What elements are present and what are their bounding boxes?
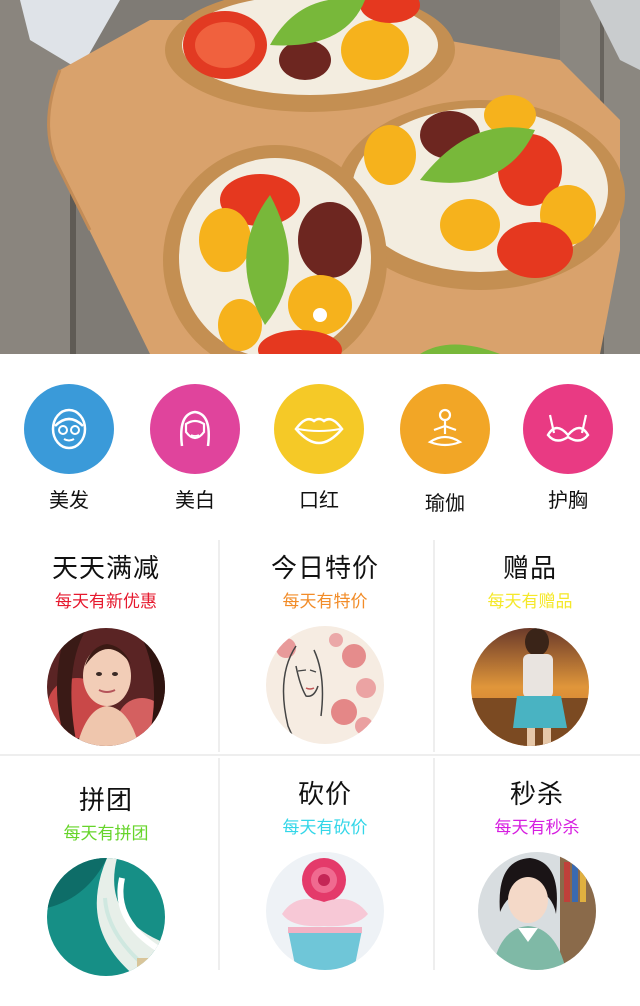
promo-image <box>266 626 384 744</box>
bra-icon <box>546 414 590 442</box>
category-label: 瑜伽 <box>425 491 465 515</box>
promo-image <box>471 628 589 746</box>
category-whitening[interactable]: 美白 <box>135 384 255 513</box>
carousel-indicator-dot[interactable] <box>313 308 327 322</box>
promo-bargain[interactable]: 砍价 每天有砍价 <box>220 774 430 970</box>
promo-image <box>47 628 165 746</box>
category-whitening-circle <box>150 384 240 474</box>
promo-subtitle: 每天有砍价 <box>282 818 368 838</box>
category-label: 美发 <box>49 488 89 512</box>
category-breast-care-circle <box>523 384 613 474</box>
promo-gift[interactable]: 赠品 每天有赠品 <box>425 548 635 746</box>
category-hair[interactable]: 美发 <box>9 384 129 513</box>
category-yoga-circle <box>400 384 490 474</box>
promo-subtitle: 每天有拼团 <box>63 824 149 844</box>
promo-flash-sale[interactable]: 秒杀 每天有秒杀 <box>432 774 640 970</box>
promo-title: 砍价 <box>297 780 352 810</box>
promo-daily-special[interactable]: 今日特价 每天有特价 <box>220 548 430 744</box>
category-label: 美白 <box>175 488 215 512</box>
promo-image <box>47 858 165 976</box>
category-label: 护胸 <box>548 488 588 512</box>
promo-title: 今日特价 <box>270 554 379 584</box>
promo-title: 天天满减 <box>51 554 160 584</box>
category-label: 口红 <box>299 488 339 512</box>
promo-image <box>478 852 596 970</box>
promo-subtitle: 每天有新优惠 <box>55 592 157 612</box>
category-lipstick-circle <box>274 384 364 474</box>
banner-carousel[interactable] <box>0 0 640 354</box>
yoga-pose-icon <box>427 408 463 447</box>
grid-divider <box>0 754 640 756</box>
lips-icon <box>294 417 344 445</box>
promo-title: 拼团 <box>78 786 133 816</box>
promo-full-reduction[interactable]: 天天满减 每天有新优惠 <box>1 548 211 746</box>
promo-title: 赠品 <box>502 554 557 584</box>
promo-subtitle: 每天有秒杀 <box>494 818 580 838</box>
category-hair-circle <box>24 384 114 474</box>
banner-image <box>0 0 640 354</box>
promo-title: 秒杀 <box>509 780 564 810</box>
category-yoga[interactable]: 瑜伽 <box>385 384 505 516</box>
promo-group-buy[interactable]: 拼团 每天有拼团 <box>1 780 211 976</box>
category-breast-care[interactable]: 护胸 <box>508 384 628 513</box>
promo-subtitle: 每天有特价 <box>282 592 368 612</box>
promo-subtitle: 每天有赠品 <box>487 592 573 612</box>
woman-face-icon <box>180 410 210 447</box>
category-lipstick[interactable]: 口红 <box>259 384 379 513</box>
promo-image <box>266 852 384 970</box>
face-mask-icon <box>51 408 87 450</box>
